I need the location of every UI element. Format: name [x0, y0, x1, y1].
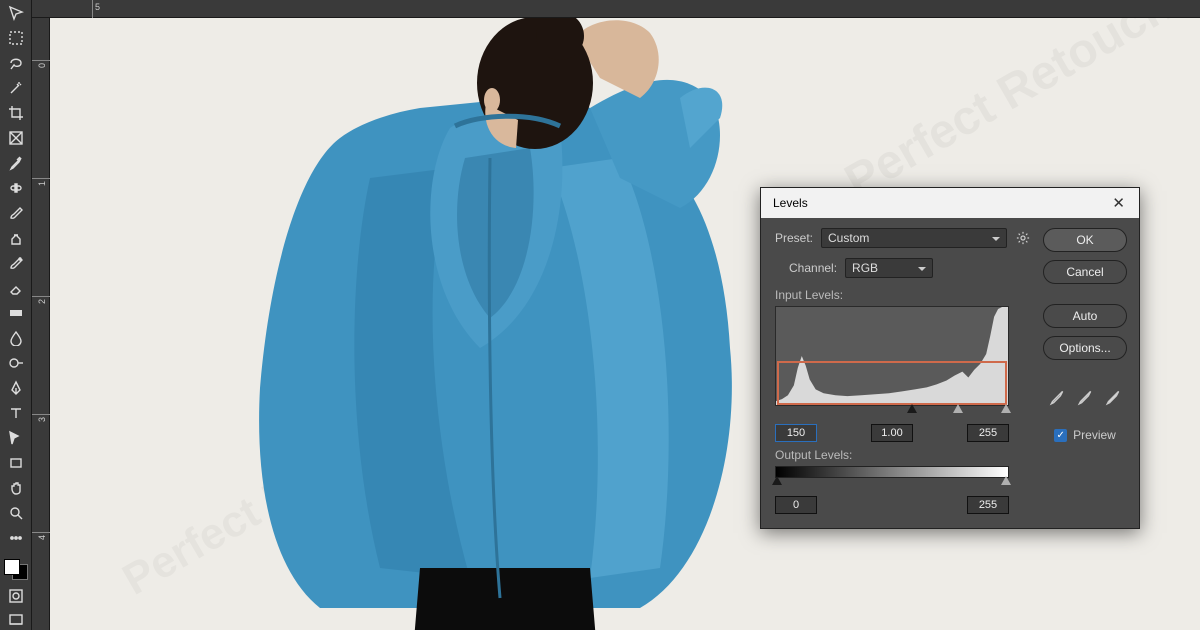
preset-label: Preset:	[775, 231, 813, 245]
blur-tool-icon[interactable]	[4, 329, 28, 348]
output-white-field[interactable]: 255	[967, 496, 1009, 514]
output-levels-label: Output Levels:	[775, 448, 1031, 462]
screenmode-icon[interactable]	[4, 611, 28, 630]
dodge-tool-icon[interactable]	[4, 354, 28, 373]
brush-tool-icon[interactable]	[4, 204, 28, 223]
channel-select[interactable]: RGB	[845, 258, 933, 278]
model-image	[120, 18, 820, 630]
levels-dialog: Levels ✕ Preset: Custom Channel: RGB Inp…	[760, 187, 1140, 529]
magic-wand-tool-icon[interactable]	[4, 79, 28, 98]
frame-tool-icon[interactable]	[4, 129, 28, 148]
white-eyedropper-icon[interactable]	[1104, 388, 1122, 406]
zoom-tool-icon[interactable]	[4, 503, 28, 522]
black-point-slider[interactable]	[907, 404, 917, 413]
gear-icon[interactable]	[1015, 230, 1031, 246]
tools-panel	[0, 0, 32, 630]
cancel-button[interactable]: Cancel	[1043, 260, 1127, 284]
type-tool-icon[interactable]	[4, 404, 28, 423]
ruler-vertical: 0 1 2 3 4	[32, 18, 50, 630]
gray-eyedropper-icon[interactable]	[1076, 388, 1094, 406]
dialog-titlebar[interactable]: Levels ✕	[761, 188, 1139, 218]
marquee-tool-icon[interactable]	[4, 29, 28, 48]
channel-value: RGB	[852, 261, 878, 275]
output-white-slider[interactable]	[1001, 476, 1011, 485]
rectangle-tool-icon[interactable]	[4, 453, 28, 472]
hand-tool-icon[interactable]	[4, 478, 28, 497]
ruler-v-tick: 2	[37, 299, 47, 304]
options-button[interactable]: Options...	[1043, 336, 1127, 360]
preview-checkbox[interactable]: ✓	[1054, 429, 1067, 442]
input-white-field[interactable]: 255	[967, 424, 1009, 442]
input-levels-label: Input Levels:	[775, 288, 1031, 302]
ruler-v-tick: 1	[37, 181, 47, 186]
pen-tool-icon[interactable]	[4, 379, 28, 398]
lasso-tool-icon[interactable]	[4, 54, 28, 73]
output-black-field[interactable]: 0	[775, 496, 817, 514]
gradient-tool-icon[interactable]	[4, 304, 28, 323]
ruler-h-tick: 5	[95, 2, 100, 12]
preview-label: Preview	[1073, 428, 1116, 442]
healing-tool-icon[interactable]	[4, 179, 28, 198]
input-mid-field[interactable]: 1.00	[871, 424, 913, 442]
ruler-v-tick: 4	[37, 535, 47, 540]
clone-tool-icon[interactable]	[4, 229, 28, 248]
histogram[interactable]	[775, 306, 1009, 406]
ok-button[interactable]: OK	[1043, 228, 1127, 252]
dialog-title: Levels	[773, 196, 808, 210]
crop-tool-icon[interactable]	[4, 104, 28, 123]
eyedropper-group	[1048, 388, 1122, 406]
auto-button[interactable]: Auto	[1043, 304, 1127, 328]
midtone-slider[interactable]	[953, 404, 963, 413]
color-swatches[interactable]	[4, 559, 28, 580]
ruler-v-tick: 0	[37, 63, 47, 68]
white-point-slider[interactable]	[1001, 404, 1011, 413]
input-black-field[interactable]: 150	[775, 424, 817, 442]
ruler-horizontal: 5	[32, 0, 1200, 18]
ruler-v-tick: 3	[37, 417, 47, 422]
output-slider[interactable]	[775, 476, 1009, 490]
foreground-swatch[interactable]	[4, 559, 20, 575]
move-tool-icon[interactable]	[4, 4, 28, 23]
edit-toolbar-icon[interactable]	[4, 528, 28, 547]
preset-select[interactable]: Custom	[821, 228, 1007, 248]
history-brush-tool-icon[interactable]	[4, 254, 28, 273]
output-black-slider[interactable]	[772, 476, 782, 485]
preset-value: Custom	[828, 231, 869, 245]
quickmask-icon[interactable]	[4, 586, 28, 605]
input-slider[interactable]	[775, 404, 1009, 418]
channel-label: Channel:	[789, 261, 837, 275]
watermark: Perfect Retouching	[836, 18, 1200, 209]
eyedropper-tool-icon[interactable]	[4, 154, 28, 173]
close-icon[interactable]: ✕	[1108, 194, 1129, 212]
black-eyedropper-icon[interactable]	[1048, 388, 1066, 406]
eraser-tool-icon[interactable]	[4, 279, 28, 298]
path-tool-icon[interactable]	[4, 428, 28, 447]
